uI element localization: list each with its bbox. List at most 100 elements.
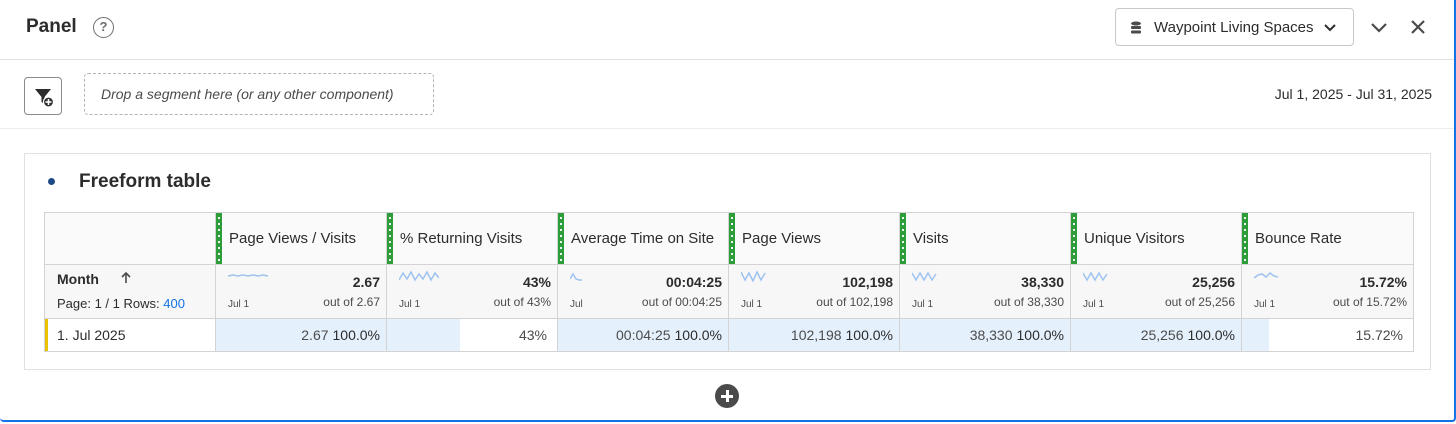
chevron-down-icon xyxy=(1324,24,1336,32)
column-header[interactable]: Page Views / Visits xyxy=(215,212,387,265)
percent-bar xyxy=(387,319,461,351)
cell-number: 2.67 xyxy=(301,327,329,343)
column-header[interactable]: Average Time on Site xyxy=(557,212,729,265)
page-label: Page: 1 / 1 xyxy=(57,296,120,311)
segment-drop-zone[interactable]: Drop a segment here (or any other compon… xyxy=(84,73,434,115)
summary-out-of: out of 2.67 xyxy=(323,295,380,309)
sparkline xyxy=(399,270,439,282)
column-grip[interactable] xyxy=(216,213,222,264)
sparkline xyxy=(1083,271,1108,282)
column-header-label: Unique Visitors xyxy=(1084,230,1185,247)
freeform-table-panel: Freeform table Page Views / Visits % Ret… xyxy=(24,153,1431,370)
sparkline xyxy=(741,270,766,282)
cell-value: 00:04:25 100.0% xyxy=(616,327,722,343)
summary-out-of: out of 25,256 xyxy=(1164,295,1235,309)
data-cell[interactable]: 15.72% xyxy=(1241,318,1414,352)
column-header-row: Page Views / Visits % Returning Visits A… xyxy=(44,212,1414,265)
summary-row: Month Page: 1 / 1 Rows: 400 Jul 1 2.67 out… xyxy=(44,264,1414,319)
pagination-info: Page: 1 / 1 Rows: 400 xyxy=(57,296,185,311)
summary-total: 2.67 xyxy=(352,274,380,290)
cell-number: 15.72% xyxy=(1355,327,1403,343)
row-dimension-cell[interactable]: 1. Jul 2025 xyxy=(44,318,216,352)
summary-total: 38,330 xyxy=(1021,274,1064,290)
column-header[interactable]: Bounce Rate xyxy=(1241,212,1414,265)
sparkline xyxy=(570,272,582,281)
cell-value: 2.67 100.0% xyxy=(301,327,380,343)
sparkline xyxy=(912,271,937,282)
column-grip[interactable] xyxy=(1242,213,1248,264)
date-range[interactable]: Jul 1, 2025 - Jul 31, 2025 xyxy=(1275,86,1432,102)
cell-percent: 100.0% xyxy=(845,327,893,343)
sparkline-label: Jul 1 xyxy=(741,299,763,310)
report-suite-label: Waypoint Living Spaces xyxy=(1154,19,1314,36)
collapse-chevron-icon[interactable] xyxy=(1370,19,1388,37)
column-header[interactable]: Visits xyxy=(899,212,1071,265)
summary-total: 15.72% xyxy=(1359,274,1407,290)
cell-percent: 100.0% xyxy=(332,327,380,343)
sparkline xyxy=(1254,272,1279,279)
row-label: 1. Jul 2025 xyxy=(57,327,126,343)
data-cell[interactable]: 2.67 100.0% xyxy=(215,318,387,352)
segment-filter-button[interactable] xyxy=(24,77,62,115)
summary-out-of: out of 43% xyxy=(493,295,551,309)
cell-number: 25,256 xyxy=(1140,327,1184,343)
summary-cell: Jul 1 43% out of 43% xyxy=(386,264,558,319)
data-cell[interactable]: 43% xyxy=(386,318,558,352)
table-row[interactable]: 1. Jul 2025 2.67 100.0% 43% 00:04:25 100.0… xyxy=(44,318,1414,352)
help-icon[interactable]: ? xyxy=(93,17,114,38)
data-cell[interactable]: 00:04:25 100.0% xyxy=(557,318,729,352)
sort-ascending-icon[interactable] xyxy=(120,271,132,285)
sparkline-label: Jul 1 xyxy=(1083,299,1105,310)
column-grip[interactable] xyxy=(729,213,735,264)
summary-out-of: out of 102,198 xyxy=(816,295,893,309)
summary-cell: Jul 1 15.72% out of 15.72% xyxy=(1241,264,1414,319)
report-suite-selector[interactable]: Waypoint Living Spaces xyxy=(1115,8,1354,46)
rows-per-page[interactable]: 400 xyxy=(163,296,185,311)
panel-title: Panel xyxy=(26,16,77,37)
dimension-label[interactable]: Month xyxy=(57,271,99,287)
cell-value: 43% xyxy=(519,327,551,343)
column-header[interactable]: % Returning Visits xyxy=(386,212,558,265)
column-grip[interactable] xyxy=(1071,213,1077,264)
cell-number: 43% xyxy=(518,327,547,343)
sparkline-label: Jul 1 xyxy=(399,299,421,310)
cell-percent: 100.0% xyxy=(1187,327,1235,343)
summary-total: 00:04:25 xyxy=(665,274,722,290)
column-header-label: Visits xyxy=(913,230,949,247)
data-cell[interactable]: 38,330 100.0% xyxy=(899,318,1071,352)
freeform-table: Page Views / Visits % Returning Visits A… xyxy=(44,212,1414,352)
column-grip[interactable] xyxy=(558,213,564,264)
cell-number: 102,198 xyxy=(790,327,842,343)
cell-percent: 100.0% xyxy=(674,327,722,343)
column-grip[interactable] xyxy=(387,213,393,264)
column-header-label: Page Views / Visits xyxy=(229,230,357,247)
freeform-table-title[interactable]: Freeform table xyxy=(79,171,211,193)
sparkline xyxy=(228,274,268,277)
add-visualization-icon[interactable] xyxy=(715,384,739,408)
percent-bar xyxy=(1242,319,1269,351)
rows-label: Rows: xyxy=(123,296,160,311)
summary-cell: Jul 1 25,256 out of 25,256 xyxy=(1070,264,1242,319)
cell-value: 25,256 100.0% xyxy=(1141,327,1235,343)
close-icon[interactable] xyxy=(1409,18,1427,36)
sparkline-label: Jul 1 xyxy=(228,299,250,310)
summary-out-of: out of 38,330 xyxy=(993,295,1064,309)
column-grip[interactable] xyxy=(900,213,906,264)
data-cell[interactable]: 102,198 100.0% xyxy=(728,318,900,352)
panel-header: Panel ? Waypoint Living Spaces xyxy=(0,0,1454,60)
dimension-header: Month Page: 1 / 1 Rows: 400 xyxy=(44,264,216,319)
sparkline-label: Jul 1 xyxy=(912,299,934,310)
cell-percent: 100.0% xyxy=(1016,327,1064,343)
column-header-label: Average Time on Site xyxy=(571,230,715,247)
cell-number: 38,330 xyxy=(969,327,1013,343)
column-header[interactable]: Page Views xyxy=(728,212,900,265)
summary-cell: Jul 00:04:25 out of 00:04:25 xyxy=(557,264,729,319)
summary-total: 102,198 xyxy=(842,274,893,290)
row-marker xyxy=(45,319,48,351)
column-header-label: Page Views xyxy=(742,230,821,247)
column-header[interactable]: Unique Visitors xyxy=(1070,212,1242,265)
data-cell[interactable]: 25,256 100.0% xyxy=(1070,318,1242,352)
summary-cell: Jul 1 102,198 out of 102,198 xyxy=(728,264,900,319)
cell-number: 00:04:25 xyxy=(616,327,671,343)
cell-value: 102,198 100.0% xyxy=(791,327,893,343)
